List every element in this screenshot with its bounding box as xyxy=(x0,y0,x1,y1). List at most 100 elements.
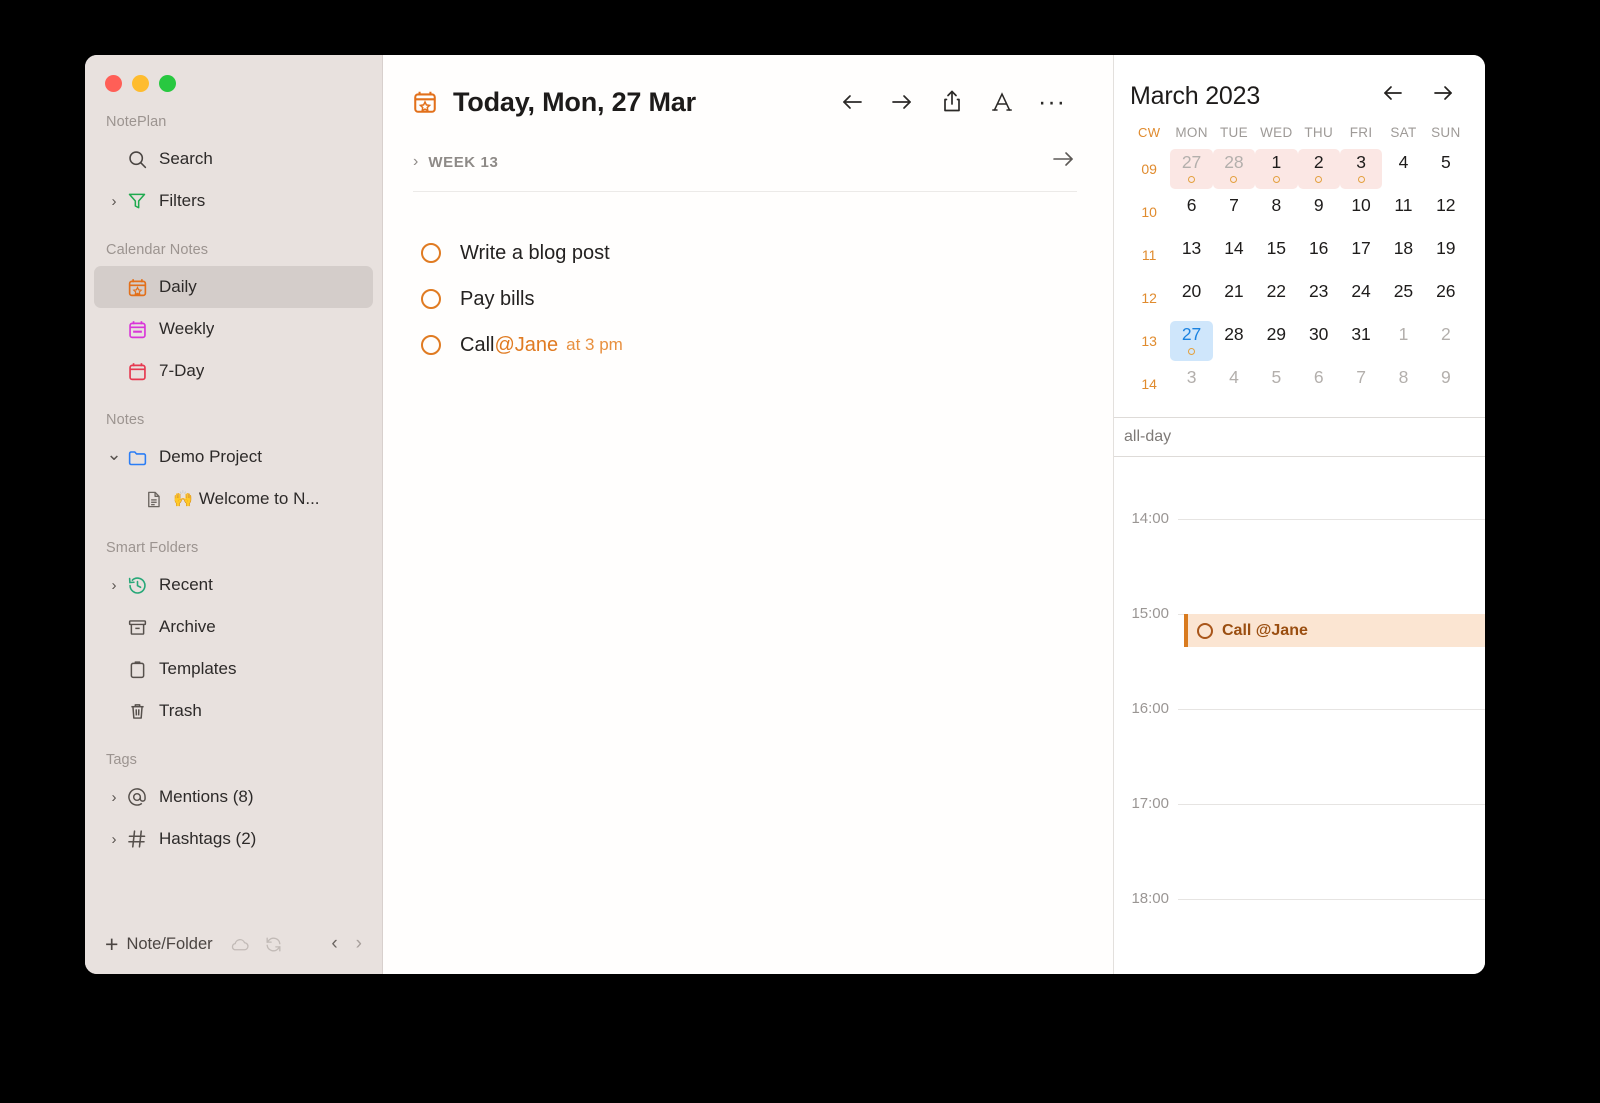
calendar-day-cell[interactable]: 5 xyxy=(1255,362,1297,405)
sidebar-item-demo-project[interactable]: ⌄ Demo Project xyxy=(94,436,373,478)
sidebar-item-7day[interactable]: › 7-Day xyxy=(94,350,373,392)
calendar-day-cell[interactable]: 4 xyxy=(1382,147,1424,190)
calendar-day-cell[interactable]: 23 xyxy=(1298,276,1340,319)
calendar-day-cell[interactable]: 18 xyxy=(1382,233,1424,276)
calendar-day-cell[interactable]: 9 xyxy=(1425,362,1467,405)
timeline-hour-label: 14:00 xyxy=(1131,509,1169,527)
sidebar-heading-app: NotePlan xyxy=(106,114,167,130)
calendar-week-row: 14 3 4 5 6 7 8 9 xyxy=(1128,362,1467,405)
calendar-day-cell[interactable]: 21 xyxy=(1213,276,1255,319)
sidebar-forward-button[interactable]: › xyxy=(356,933,362,955)
sidebar-item-welcome-note[interactable]: 🙌 Welcome to N... xyxy=(94,478,373,520)
chevron-right-icon[interactable]: › xyxy=(413,153,418,171)
more-options-button[interactable]: ··· xyxy=(1027,82,1077,122)
sidebar-item-weekly[interactable]: › Weekly xyxy=(94,308,373,350)
calendar-day-cell[interactable]: 19 xyxy=(1425,233,1467,276)
minimize-window-button[interactable] xyxy=(132,75,149,92)
todo-checkbox-icon[interactable] xyxy=(421,289,441,309)
calendar-day-cell[interactable]: 8 xyxy=(1255,190,1297,233)
calendar-day-cell[interactable]: 15 xyxy=(1255,233,1297,276)
calendar-day-cell[interactable]: 3 xyxy=(1339,147,1383,190)
chevron-right-icon[interactable]: › xyxy=(106,831,122,848)
calendar-day-cell[interactable]: 24 xyxy=(1340,276,1382,319)
sidebar-item-templates[interactable]: › Templates xyxy=(94,648,373,690)
calendar-day-cell[interactable]: 28 xyxy=(1213,319,1255,362)
sidebar-item-archive[interactable]: › Archive xyxy=(94,606,373,648)
week-jump-arrow-icon[interactable] xyxy=(1051,149,1077,175)
calendar-day-cell[interactable]: 7 xyxy=(1213,190,1255,233)
calendar-day-cell[interactable]: 4 xyxy=(1213,362,1255,405)
col-header-wed: WED xyxy=(1260,125,1293,140)
sidebar-item-recent[interactable]: › Recent xyxy=(94,564,373,606)
close-window-button[interactable] xyxy=(105,75,122,92)
todo-item[interactable]: Pay bills xyxy=(421,276,1113,322)
calendar-day-cell[interactable]: 26 xyxy=(1425,276,1467,319)
chevron-right-icon[interactable]: › xyxy=(106,577,122,594)
sidebar-item-trash[interactable]: › Trash xyxy=(94,690,373,732)
sync-icon[interactable] xyxy=(264,935,283,954)
calendar-day-cell[interactable]: 27 xyxy=(1170,147,1213,190)
calendar-prev-month-button[interactable] xyxy=(1375,83,1411,109)
calendar-day-cell[interactable]: 29 xyxy=(1255,319,1297,362)
calendar-day-cell[interactable]: 14 xyxy=(1213,233,1255,276)
calendar-day-cell[interactable]: 30 xyxy=(1298,319,1340,362)
week-section-header[interactable]: › WEEK 13 xyxy=(413,149,1077,192)
calendar-day-cell[interactable]: 2 xyxy=(1297,147,1340,190)
calendar-day-cell[interactable]: 25 xyxy=(1382,276,1424,319)
sidebar-item-daily[interactable]: › Daily xyxy=(94,266,373,308)
calendar-day-cell[interactable]: 20 xyxy=(1170,276,1212,319)
calendar-day-cell[interactable]: 28 xyxy=(1212,147,1256,190)
calendar-day-cell[interactable]: 5 xyxy=(1425,147,1467,190)
todo-checkbox-icon[interactable] xyxy=(421,335,441,355)
share-icon[interactable] xyxy=(927,82,977,122)
event-checkbox-icon[interactable] xyxy=(1197,622,1213,639)
sidebar-item-search[interactable]: › Search xyxy=(94,138,373,180)
todo-text: Call xyxy=(460,333,495,356)
clipboard-icon xyxy=(124,659,150,680)
calendar-day-cell[interactable]: 7 xyxy=(1340,362,1382,405)
all-day-row[interactable]: all-day xyxy=(1114,417,1485,457)
calendar-day-cell[interactable]: 31 xyxy=(1340,319,1382,362)
calendar-day-cell[interactable]: 22 xyxy=(1255,276,1297,319)
chevron-down-icon[interactable]: ⌄ xyxy=(106,444,122,465)
todo-item[interactable]: Write a blog post xyxy=(421,230,1113,276)
calendar-day-cell[interactable]: 17 xyxy=(1340,233,1382,276)
chevron-right-icon[interactable]: › xyxy=(106,193,122,210)
timeline-hour-label: 18:00 xyxy=(1131,889,1169,907)
calendar-day-number: 21 xyxy=(1224,280,1244,301)
timeline-event[interactable]: Call @Jane xyxy=(1184,614,1485,647)
plus-icon[interactable]: + xyxy=(105,931,118,958)
mention-tag[interactable]: @Jane xyxy=(494,334,558,357)
calendar-next-month-button[interactable] xyxy=(1425,83,1461,109)
calendar-week-number: 12 xyxy=(1141,289,1157,306)
todo-item[interactable]: Call @Jane at 3 pm xyxy=(421,322,1113,368)
sidebar-item-filters[interactable]: › Filters xyxy=(94,180,373,222)
calendar-day-cell[interactable]: 10 xyxy=(1340,190,1382,233)
zoom-window-button[interactable] xyxy=(159,75,176,92)
calendar-day-cell[interactable]: 12 xyxy=(1425,190,1467,233)
sidebar-item-mentions[interactable]: › Mentions (8) xyxy=(94,776,373,818)
calendar-day-cell[interactable]: 13 xyxy=(1170,233,1212,276)
calendar-day-cell[interactable]: 1 xyxy=(1255,147,1298,190)
sidebar-back-button[interactable]: ‹ xyxy=(331,933,337,955)
forward-button[interactable] xyxy=(877,82,927,122)
calendar-day-cell[interactable]: 6 xyxy=(1170,190,1212,233)
calendar-day-cell[interactable]: 27 xyxy=(1170,319,1213,362)
calendar-day-cell[interactable]: 16 xyxy=(1298,233,1340,276)
calendar-day-cell[interactable]: 11 xyxy=(1382,190,1424,233)
calendar-day-cell[interactable]: 1 xyxy=(1382,319,1424,362)
chevron-right-icon[interactable]: › xyxy=(106,789,122,806)
sidebar-heading-notes: Notes xyxy=(106,412,145,428)
new-note-folder-button[interactable]: Note/Folder xyxy=(126,935,212,954)
back-button[interactable] xyxy=(827,82,877,122)
calendar-day-cell[interactable]: 6 xyxy=(1298,362,1340,405)
calendar-day-cell[interactable]: 9 xyxy=(1298,190,1340,233)
calendar-day-cell[interactable]: 8 xyxy=(1382,362,1424,405)
todo-checkbox-icon[interactable] xyxy=(421,243,441,263)
day-timeline[interactable]: 14:00 15:00 16:00 17:00 18:00 Call @Jane xyxy=(1114,457,1485,974)
sidebar-item-hashtags[interactable]: › Hashtags (2) xyxy=(94,818,373,860)
text-format-button[interactable] xyxy=(977,82,1027,122)
ellipsis-icon: ··· xyxy=(1038,88,1066,116)
calendar-day-cell[interactable]: 2 xyxy=(1425,319,1467,362)
calendar-day-cell[interactable]: 3 xyxy=(1170,362,1212,405)
